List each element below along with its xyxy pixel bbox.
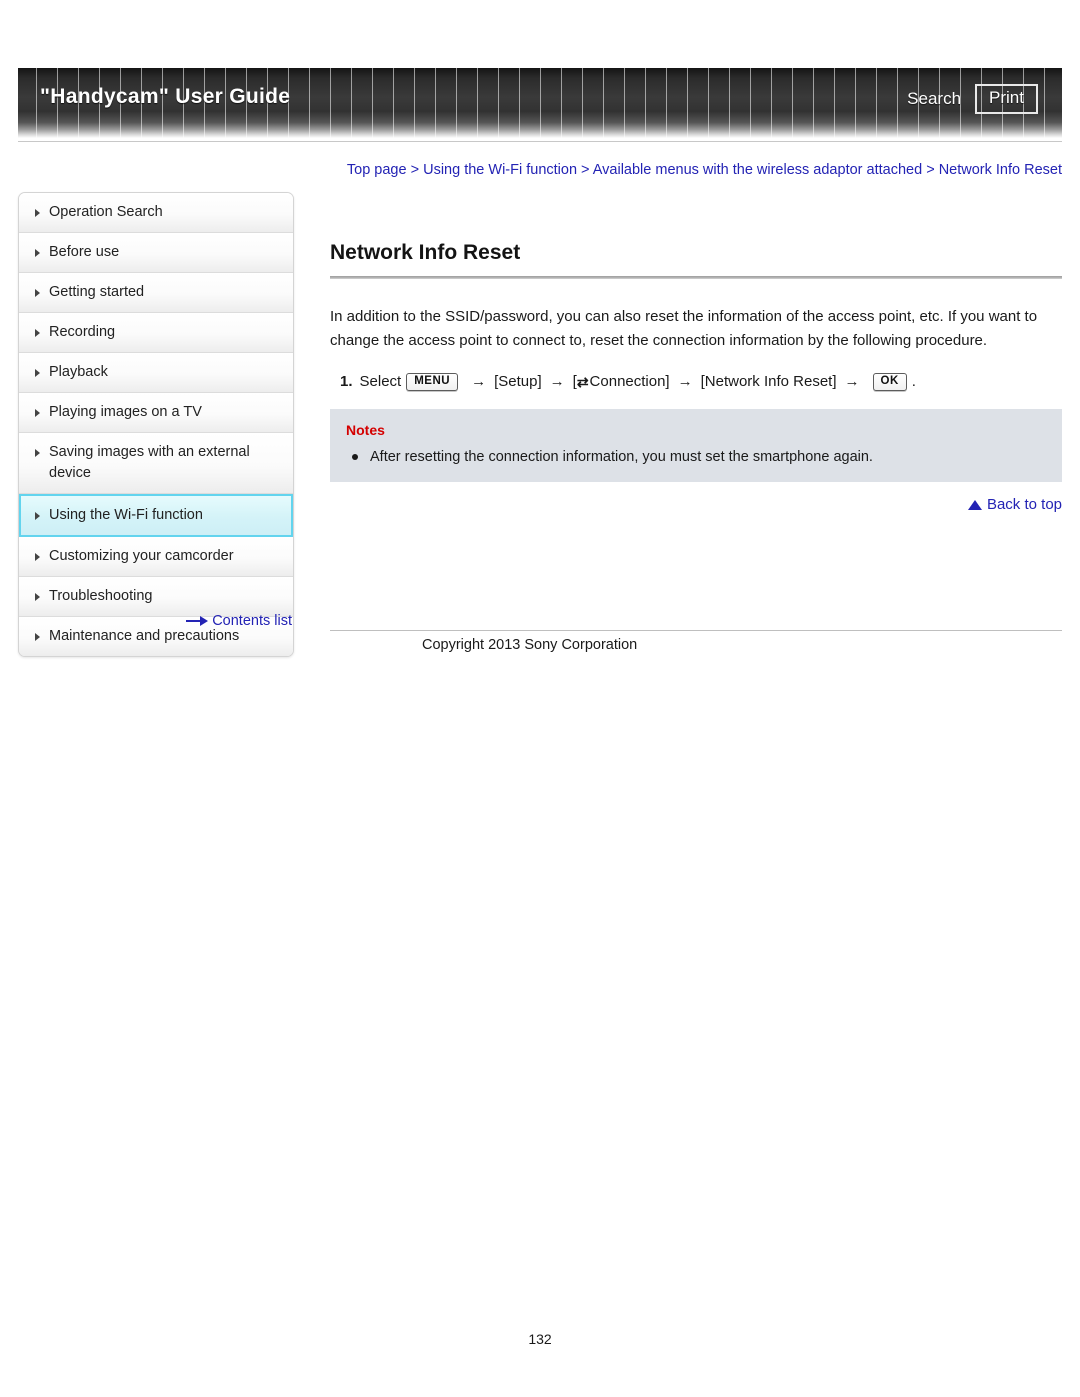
sidebar-item-label: Troubleshooting [49, 588, 153, 604]
step-connection-label: Connection] [589, 373, 670, 390]
step-select-label: Select [359, 373, 402, 390]
notes-item-text: After resetting the connection informati… [370, 449, 873, 465]
triangle-right-icon [35, 329, 40, 337]
header-divider [18, 141, 1062, 142]
menu-button-icon[interactable]: MENU [406, 373, 459, 391]
triangle-right-icon [35, 553, 40, 561]
heading-divider [330, 276, 1062, 279]
breadcrumb-separator: > [926, 162, 935, 178]
main-content: Network Info Reset In addition to the SS… [330, 240, 1062, 514]
step-connection-group: [⇄Connection] [573, 369, 670, 395]
breadcrumb-item-top-page[interactable]: Top page [347, 162, 407, 178]
back-to-top-link[interactable]: Back to top [967, 496, 1062, 513]
bullet-dot-icon [352, 454, 358, 460]
sidebar-item-getting-started[interactable]: Getting started [19, 273, 293, 313]
copyright-text: Copyright 2013 Sony Corporation [422, 637, 638, 653]
sidebar-item-playback[interactable]: Playback [19, 353, 293, 393]
triangle-right-icon [35, 209, 40, 217]
sidebar-item-operation-search[interactable]: Operation Search [19, 193, 293, 233]
step-number: 1. [340, 373, 353, 390]
triangle-right-icon [35, 249, 40, 257]
breadcrumb-item-current-page: Network Info Reset [938, 162, 1062, 178]
notes-box: Notes After resetting the connection inf… [330, 409, 1062, 482]
footer-divider [330, 630, 1062, 631]
sidebar-item-label: Customizing your camcorder [49, 548, 234, 564]
sidebar-item-playing-images-on-a-tv[interactable]: Playing images on a TV [19, 393, 293, 433]
sidebar-item-label: Getting started [49, 284, 145, 300]
contents-list-link[interactable]: Contents list [186, 613, 292, 629]
triangle-right-icon [35, 409, 40, 417]
sidebar-item-label: Using the Wi-Fi function [49, 507, 203, 523]
step-period: . [911, 373, 916, 390]
arrow-icon: → [471, 373, 487, 390]
sidebar-item-before-use[interactable]: Before use [19, 233, 293, 273]
sidebar-nav: Operation Search Before use Getting star… [18, 192, 294, 657]
back-to-top-row: Back to top [330, 496, 1062, 514]
page-number: 132 [528, 1331, 552, 1347]
step-network-info-reset-label: [Network Info Reset] [700, 373, 837, 390]
procedure-step-list: 1. Select MENU → [Setup] → [⇄Connection]… [330, 369, 1062, 395]
breadcrumb-item-available-menus[interactable]: Available menus with the wireless adapto… [593, 162, 922, 178]
triangle-right-icon [35, 449, 40, 457]
sidebar-item-label: Operation Search [49, 204, 163, 220]
app-title: "Handycam" User Guide [40, 85, 291, 108]
header-banner: "Handycam" User Guide Search Print [18, 68, 1062, 138]
triangle-right-icon [35, 369, 40, 377]
breadcrumb-separator: > [410, 162, 420, 178]
sidebar-item-troubleshooting[interactable]: Troubleshooting [19, 577, 293, 617]
contents-list-row: Contents list [18, 613, 292, 630]
contents-list-label: Contents list [212, 613, 292, 629]
arrow-icon: → [844, 373, 860, 390]
sidebar-item-label: Playing images on a TV [49, 404, 202, 420]
print-button[interactable]: Print [975, 84, 1038, 114]
arrow-icon: → [549, 373, 565, 390]
notes-list: After resetting the connection informati… [346, 446, 1046, 468]
triangle-right-icon [35, 512, 40, 520]
triangle-right-icon [35, 633, 40, 641]
sidebar-item-label: Before use [49, 244, 120, 260]
triangle-right-icon [35, 593, 40, 601]
sidebar-item-recording[interactable]: Recording [19, 313, 293, 353]
sidebar-item-using-the-wifi-function[interactable]: Using the Wi-Fi function [19, 494, 293, 537]
step-setup-label: [Setup] [494, 373, 542, 390]
sidebar-item-label: Saving images with an external device [49, 444, 250, 481]
arrow-icon: → [677, 373, 693, 390]
notes-list-item: After resetting the connection informati… [346, 446, 1046, 468]
ok-button-icon[interactable]: OK [872, 373, 907, 391]
intro-paragraph: In addition to the SSID/password, you ca… [330, 308, 1038, 349]
notes-title: Notes [346, 422, 385, 438]
connection-arrows-icon: ⇄ [576, 374, 589, 391]
search-link[interactable]: Search [907, 89, 961, 109]
page-title: Network Info Reset [330, 241, 521, 264]
triangle-up-icon [967, 500, 982, 510]
procedure-step-1: 1. Select MENU → [Setup] → [⇄Connection]… [340, 369, 1062, 395]
header-actions: Search Print [907, 84, 1038, 114]
breadcrumb-item-wifi-function[interactable]: Using the Wi-Fi function [423, 162, 577, 178]
sidebar-item-label: Recording [49, 324, 116, 340]
sidebar-item-label: Playback [49, 364, 108, 380]
breadcrumb-separator: > [581, 162, 590, 178]
arrow-right-icon [186, 616, 209, 626]
triangle-right-icon [35, 289, 40, 297]
sidebar-item-saving-images-external-device[interactable]: Saving images with an external device [19, 433, 293, 494]
breadcrumb: Top page > Using the Wi-Fi function > Av… [330, 160, 1062, 181]
sidebar-item-customizing-your-camcorder[interactable]: Customizing your camcorder [19, 537, 293, 577]
back-to-top-label: Back to top [986, 496, 1062, 513]
